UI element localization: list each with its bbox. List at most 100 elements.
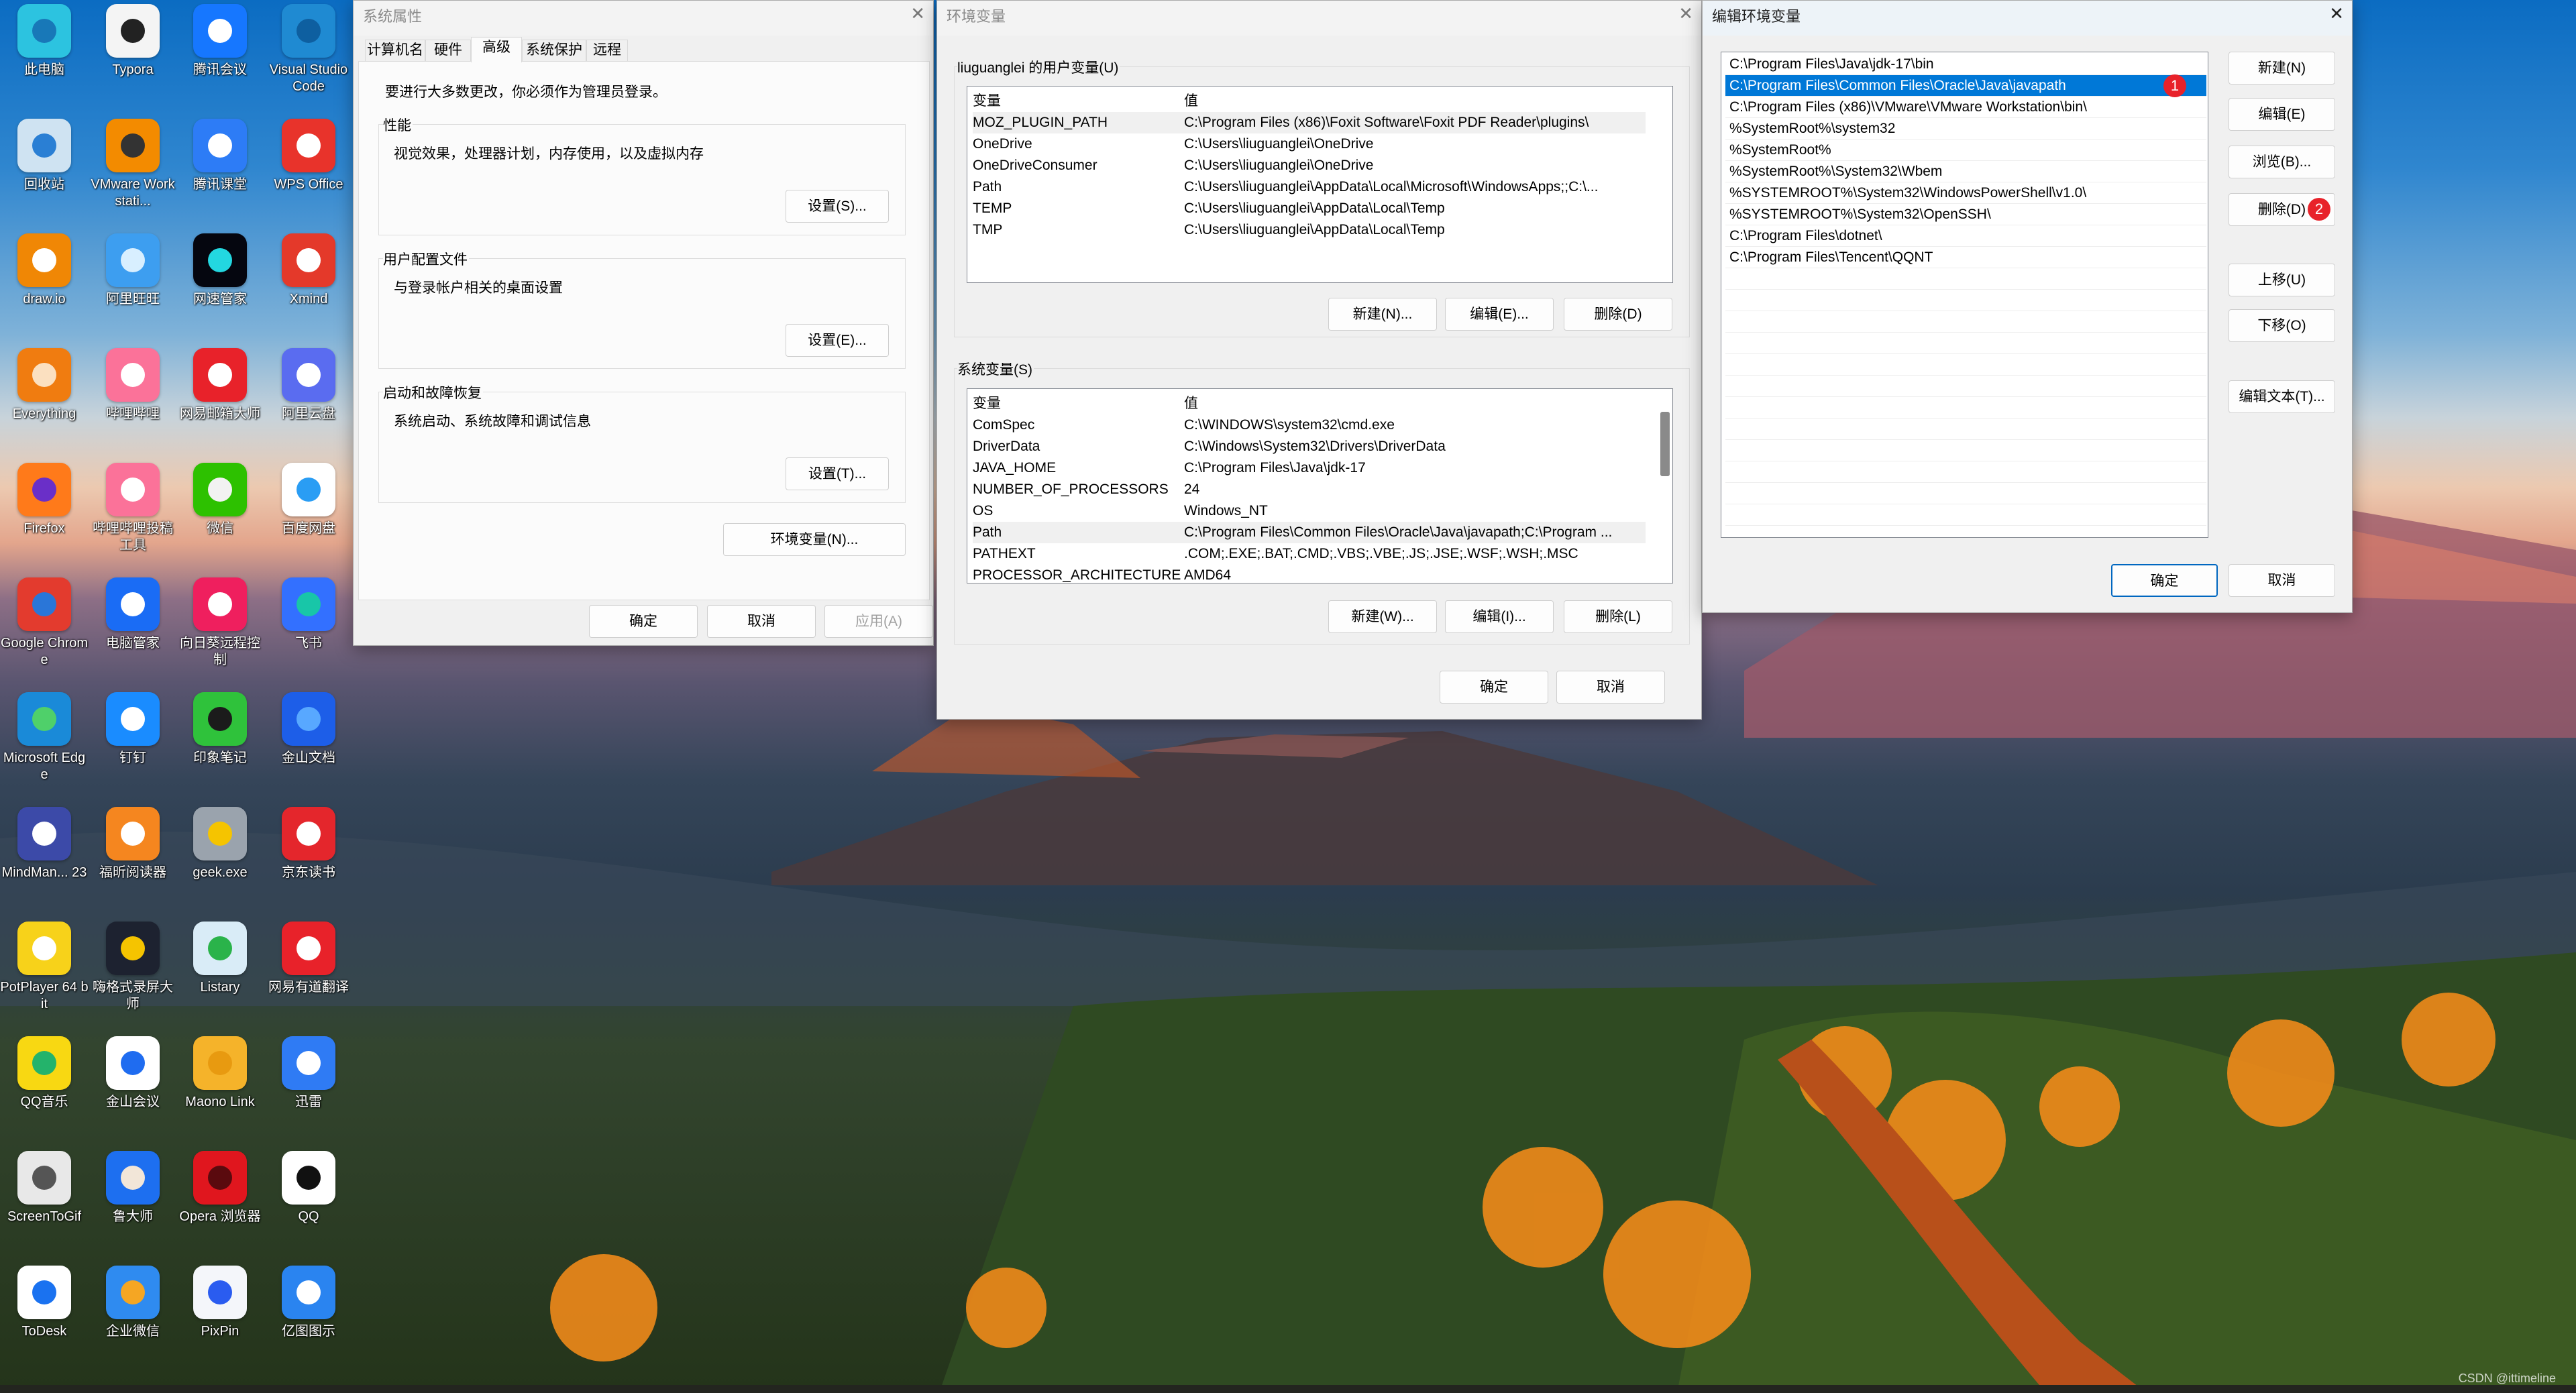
startup-recovery-settings-button[interactable]: 设置(T)...: [786, 457, 889, 490]
browse-button[interactable]: 浏览(B)...: [2229, 146, 2335, 178]
desktop-icon[interactable]: 迅雷: [264, 1036, 353, 1111]
tab-advanced[interactable]: 高级: [471, 37, 522, 62]
apply-button[interactable]: 应用(A): [824, 605, 933, 638]
table-row[interactable]: Path C:\Program Files\Common Files\Oracle…: [973, 522, 1646, 543]
path-entry[interactable]: C:\Program Files\Common Files\Oracle\Jav…: [1725, 75, 2206, 97]
table-row[interactable]: Path C:\Users\liuguanglei\AppData\Local\M…: [973, 176, 1646, 198]
path-entry[interactable]: C:\Program Files\dotnet\: [1725, 225, 2206, 247]
table-row[interactable]: TEMP C:\Users\liuguanglei\AppData\Local\T…: [973, 198, 1646, 219]
user-edit-button[interactable]: 编辑(E)...: [1445, 298, 1554, 331]
move-up-button[interactable]: 上移(U): [2229, 264, 2335, 296]
table-row[interactable]: OneDrive C:\Users\liuguanglei\OneDrive: [973, 133, 1646, 155]
system-new-button[interactable]: 新建(W)...: [1328, 600, 1437, 633]
desktop-icon[interactable]: Microsoft Edge: [0, 692, 89, 783]
desktop-icon[interactable]: 飞书: [264, 577, 353, 652]
path-entry[interactable]: C:\Program Files\Tencent\QQNT: [1725, 247, 2206, 268]
path-entry[interactable]: %SystemRoot%: [1725, 140, 2206, 161]
desktop-icon[interactable]: MindMan... 23: [0, 807, 89, 881]
ok-button[interactable]: 确定: [2111, 564, 2218, 597]
desktop-icon[interactable]: 腾讯会议: [176, 4, 264, 78]
performance-settings-button[interactable]: 设置(S)...: [786, 190, 889, 223]
move-down-button[interactable]: 下移(O): [2229, 309, 2335, 342]
table-row[interactable]: TMP C:\Users\liuguanglei\AppData\Local\Te…: [973, 219, 1646, 241]
user-vars-list[interactable]: 变量 值 MOZ_PLUGIN_PATH C:\Program Files (x86…: [967, 86, 1673, 283]
desktop-icon[interactable]: Xmind: [264, 233, 353, 308]
desktop-icon[interactable]: 微信: [176, 463, 264, 537]
scrollbar-thumb[interactable]: [1660, 412, 1670, 476]
cancel-button[interactable]: 取消: [707, 605, 816, 638]
cancel-button[interactable]: 取消: [2229, 564, 2335, 597]
desktop-icon[interactable]: 亿图图示: [264, 1266, 353, 1340]
desktop-icon[interactable]: Typora: [89, 4, 177, 78]
desktop-icon[interactable]: 电脑管家: [89, 577, 177, 652]
close-icon[interactable]: ✕: [1678, 3, 1693, 24]
desktop-icon[interactable]: 哔哩哔哩投稿工具: [89, 463, 177, 554]
path-entry[interactable]: %SystemRoot%\system32: [1725, 118, 2206, 140]
user-new-button[interactable]: 新建(N)...: [1328, 298, 1437, 331]
table-row[interactable]: OneDriveConsumer C:\Users\liuguanglei\One…: [973, 155, 1646, 176]
edit-entry-button[interactable]: 编辑(E): [2229, 98, 2335, 131]
edit-text-button[interactable]: 编辑文本(T)...: [2229, 380, 2335, 413]
table-row[interactable]: OS Windows_NT: [973, 500, 1646, 522]
desktop-icon[interactable]: Google Chrome: [0, 577, 89, 669]
desktop-icon[interactable]: geek.exe: [176, 807, 264, 881]
desktop-icon[interactable]: 阿里云盘: [264, 348, 353, 423]
column-header-value[interactable]: 值: [1184, 393, 1198, 414]
desktop-icon[interactable]: 阿里旺旺: [89, 233, 177, 308]
desktop-icon[interactable]: PotPlayer 64 bit: [0, 922, 89, 1013]
desktop-icon[interactable]: 印象笔记: [176, 692, 264, 767]
tab-hardware[interactable]: 硬件: [425, 40, 471, 61]
desktop-icon[interactable]: Opera 浏览器: [176, 1151, 264, 1225]
desktop-icon[interactable]: 向日葵远程控制: [176, 577, 264, 669]
table-row[interactable]: PROCESSOR_ARCHITECTURE AMD64: [973, 565, 1646, 583]
user-profiles-settings-button[interactable]: 设置(E)...: [786, 324, 889, 357]
table-row[interactable]: NUMBER_OF_PROCESSORS 24: [973, 479, 1646, 500]
environment-variables-button[interactable]: 环境变量(N)...: [723, 523, 906, 556]
desktop-icon[interactable]: Firefox: [0, 463, 89, 537]
desktop-icon[interactable]: Maono Link: [176, 1036, 264, 1111]
desktop-icon[interactable]: 钉钉: [89, 692, 177, 767]
desktop-icon[interactable]: Everything: [0, 348, 89, 423]
new-entry-button[interactable]: 新建(N): [2229, 52, 2335, 85]
desktop-icon[interactable]: 京东读书: [264, 807, 353, 881]
desktop-icon[interactable]: QQ音乐: [0, 1036, 89, 1111]
desktop-icon[interactable]: Listary: [176, 922, 264, 996]
desktop-icon[interactable]: QQ: [264, 1151, 353, 1225]
system-vars-list[interactable]: 变量 值 ComSpec C:\WINDOWS\system32\cmd.exe Dr…: [967, 388, 1673, 583]
desktop-icon[interactable]: 网易有道翻译: [264, 922, 353, 996]
column-header-variable[interactable]: 变量: [973, 91, 1001, 112]
path-entries-list[interactable]: C:\Program Files\Java\jdk-17\bin C:\Progr…: [1721, 52, 2208, 538]
desktop-icon[interactable]: ToDesk: [0, 1266, 89, 1340]
path-entry[interactable]: C:\Program Files (x86)\VMware\VMware Wor…: [1725, 97, 2206, 118]
desktop-icon[interactable]: PixPin: [176, 1266, 264, 1340]
path-entry[interactable]: %SYSTEMROOT%\System32\WindowsPowerShell\…: [1725, 182, 2206, 204]
desktop-icon[interactable]: 回收站: [0, 119, 89, 193]
close-icon[interactable]: ✕: [910, 3, 925, 24]
desktop-icon[interactable]: 百度网盘: [264, 463, 353, 537]
tab-system-protection[interactable]: 系统保护: [522, 40, 586, 61]
system-edit-button[interactable]: 编辑(I)...: [1445, 600, 1554, 633]
desktop-icon[interactable]: 此电脑: [0, 4, 89, 78]
desktop-icon[interactable]: 鲁大师: [89, 1151, 177, 1225]
table-row[interactable]: MOZ_PLUGIN_PATH C:\Program Files (x86)\Fo…: [973, 112, 1646, 133]
desktop-icon[interactable]: 哔哩哔哩: [89, 348, 177, 423]
cancel-button[interactable]: 取消: [1556, 671, 1665, 704]
path-entry[interactable]: %SystemRoot%\System32\Wbem: [1725, 161, 2206, 182]
tab-remote[interactable]: 远程: [586, 40, 628, 61]
user-delete-button[interactable]: 删除(D): [1564, 298, 1672, 331]
table-row[interactable]: DriverData C:\Windows\System32\Drivers\Dr…: [973, 436, 1646, 457]
ok-button[interactable]: 确定: [1440, 671, 1548, 704]
desktop-icon[interactable]: VMware Workstati...: [89, 119, 177, 210]
table-row[interactable]: PATHEXT .COM;.EXE;.BAT;.CMD;.VBS;.VBE;.JS…: [973, 543, 1646, 565]
desktop-icon[interactable]: ScreenToGif: [0, 1151, 89, 1225]
desktop-icon[interactable]: 金山文档: [264, 692, 353, 767]
table-row[interactable]: JAVA_HOME C:\Program Files\Java\jdk-17: [973, 457, 1646, 479]
desktop-icon[interactable]: 福昕阅读器: [89, 807, 177, 881]
ok-button[interactable]: 确定: [589, 605, 698, 638]
desktop-icon[interactable]: 网易邮箱大师: [176, 348, 264, 423]
close-icon[interactable]: ✕: [2329, 3, 2344, 24]
desktop-icon[interactable]: 金山会议: [89, 1036, 177, 1111]
system-delete-button[interactable]: 删除(L): [1564, 600, 1672, 633]
desktop-icon[interactable]: Visual Studio Code: [264, 4, 353, 95]
desktop-icon[interactable]: WPS Office: [264, 119, 353, 193]
